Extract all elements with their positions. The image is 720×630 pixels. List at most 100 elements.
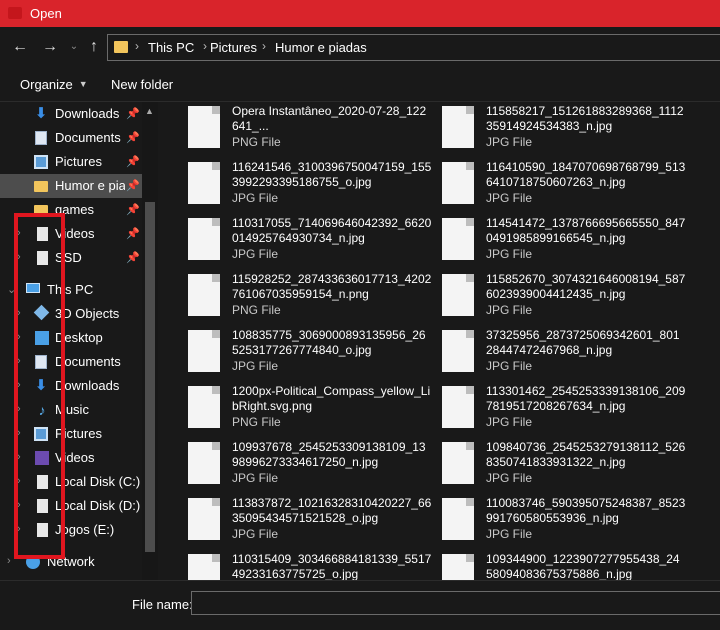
file-name-input[interactable] <box>191 591 720 615</box>
file-item[interactable]: 116241546_3100396750047159_1553992293395… <box>188 160 438 214</box>
file-name: 110083746_590395075248387_85239917605805… <box>486 496 686 525</box>
file-icon <box>442 162 474 204</box>
file-item[interactable]: 110083746_590395075248387_85239917605805… <box>442 496 692 550</box>
file-type: JPG File <box>486 527 533 541</box>
file-item[interactable]: 115858217_151261883289368_11123591492453… <box>442 104 692 158</box>
pin-icon: 📌 <box>126 132 140 144</box>
file-type: JPG File <box>486 359 533 373</box>
sidebar-item-pictures[interactable]: Pictures 📌 <box>0 150 142 174</box>
file-type: PNG File <box>232 415 281 429</box>
sidebar-item-documents[interactable]: Documents 📌 <box>0 126 142 150</box>
file-item[interactable]: 116410590_1847070698768799_5136410718750… <box>442 160 692 214</box>
file-type: JPG File <box>486 303 533 317</box>
file-item[interactable]: 110315409_303466884181339_55174923316377… <box>188 552 438 580</box>
file-icon <box>442 218 474 260</box>
pin-icon: 📌 <box>126 156 140 168</box>
file-name: 109344900_1223907277955438_2458094083675… <box>486 552 680 580</box>
file-item[interactable]: 109937678_2545253309138109_1398996273334… <box>188 440 438 494</box>
file-type: JPG File <box>232 359 279 373</box>
sidebar-item-label: Documents <box>55 130 121 145</box>
recent-locations-chevron-icon[interactable]: ⌄ <box>64 37 84 57</box>
pictures-icon <box>34 155 48 169</box>
command-bar: Organize ▼ New folder <box>0 67 720 102</box>
file-name: 37325956_2873725069342601_80128447472467… <box>486 328 680 357</box>
breadcrumb-humor-e-piadas[interactable]: Humor e piadas <box>275 40 367 55</box>
new-folder-button[interactable]: New folder <box>111 77 173 92</box>
file-icon <box>188 274 220 316</box>
file-name: 109840736_2545253279138112_5268350741833… <box>486 440 686 469</box>
pin-icon: 📌 <box>126 252 140 264</box>
organize-button[interactable]: Organize ▼ <box>20 77 88 92</box>
file-item[interactable]: 108835775_3069000893135956_2652531772677… <box>188 328 438 382</box>
file-name: 1200px-Political_Compass_yellow_LibRight… <box>232 384 431 413</box>
sidebar-item-label: Local Disk (D:) <box>55 498 141 513</box>
chevron-right-icon[interactable]: › <box>7 555 11 567</box>
file-icon <box>442 442 474 484</box>
file-type: JPG File <box>486 135 533 149</box>
file-item[interactable]: 1200px-Political_Compass_yellow_LibRight… <box>188 384 438 438</box>
file-item[interactable]: 113301462_2545253339138106_2097819517208… <box>442 384 692 438</box>
file-icon <box>442 106 474 148</box>
sidebar-scrollbar[interactable]: ▲ <box>142 102 158 580</box>
file-list: Opera Instantâneo_2020-07-28_122641_... … <box>158 102 720 580</box>
file-name: 110315409_303466884181339_55174923316377… <box>232 552 432 580</box>
file-item[interactable]: 115852670_3074321646008194_5876023939004… <box>442 272 692 326</box>
chevron-right-icon[interactable]: › <box>203 39 207 53</box>
file-name: 113837872_10216328310420227_663509543457… <box>232 496 432 525</box>
download-icon: ⬇ <box>34 105 48 122</box>
title-bar: Open <box>0 0 720 27</box>
bottom-bar: File name: <box>0 580 720 630</box>
file-type: JPG File <box>486 471 533 485</box>
pin-icon: 📌 <box>126 228 140 240</box>
file-type: JPG File <box>232 247 279 261</box>
window-title: Open <box>30 6 62 21</box>
file-item[interactable]: 114541472_1378766695665550_8470491985899… <box>442 216 692 270</box>
chevron-right-icon[interactable]: › <box>135 39 139 53</box>
file-item[interactable]: 115928252_287433636017713_42027610670359… <box>188 272 438 326</box>
sidebar-item-humor-e-piadas[interactable]: Humor e piadas 📌 <box>0 174 142 198</box>
scroll-up-arrow-icon[interactable]: ▲ <box>145 106 154 116</box>
sidebar-item-label: Pictures <box>55 154 102 169</box>
file-item[interactable]: 109344900_1223907277955438_2458094083675… <box>442 552 692 580</box>
file-type: JPG File <box>486 191 533 205</box>
file-name: 115852670_3074321646008194_5876023939004… <box>486 272 686 301</box>
sidebar-item-label: Humor e piadas <box>55 178 125 193</box>
file-item[interactable]: 37325956_2873725069342601_80128447472467… <box>442 328 692 382</box>
up-arrow-icon[interactable]: ↑ <box>84 37 104 57</box>
pin-icon: 📌 <box>126 180 140 192</box>
file-name: 109937678_2545253309138109_1398996273334… <box>232 440 426 469</box>
pin-icon: 📌 <box>126 204 140 216</box>
file-type: JPG File <box>232 471 279 485</box>
file-name: 115928252_287433636017713_42027610670359… <box>232 272 432 301</box>
file-icon <box>442 274 474 316</box>
app-icon <box>8 7 22 19</box>
breadcrumb-pictures[interactable]: Pictures <box>210 40 257 55</box>
file-name: 116410590_1847070698768799_5136410718750… <box>486 160 686 189</box>
file-icon <box>442 498 474 540</box>
address-bar[interactable]: › This PC › Pictures › Humor e piadas <box>107 34 720 61</box>
file-item[interactable]: 109840736_2545253279138112_5268350741833… <box>442 440 692 494</box>
breadcrumb-this-pc[interactable]: This PC <box>148 40 194 55</box>
file-icon <box>188 386 220 428</box>
forward-arrow-icon[interactable]: → <box>40 37 60 57</box>
red-highlight-box <box>14 213 65 559</box>
file-icon <box>188 498 220 540</box>
navigation-bar: ← → ⌄ ↑ › This PC › Pictures › Humor e p… <box>0 27 720 67</box>
file-icon <box>188 330 220 372</box>
file-item[interactable]: 110317055_714069646042392_66200149257649… <box>188 216 438 270</box>
back-arrow-icon[interactable]: ← <box>10 37 30 57</box>
file-name: 113301462_2545253339138106_2097819517208… <box>486 384 686 413</box>
file-item[interactable]: Opera Instantâneo_2020-07-28_122641_... … <box>188 104 438 158</box>
file-name: 110317055_714069646042392_66200149257649… <box>232 216 432 245</box>
file-icon <box>188 162 220 204</box>
scrollbar-thumb[interactable] <box>145 202 155 552</box>
file-type: JPG File <box>232 191 279 205</box>
organize-label: Organize <box>20 77 73 92</box>
file-item[interactable]: 113837872_10216328310420227_663509543457… <box>188 496 438 550</box>
sidebar-item-downloads[interactable]: ⬇ Downloads 📌 <box>0 102 142 126</box>
file-icon <box>442 330 474 372</box>
file-name: 108835775_3069000893135956_2652531772677… <box>232 328 426 357</box>
file-name: 115858217_151261883289368_11123591492453… <box>486 104 684 133</box>
chevron-right-icon[interactable]: › <box>262 39 266 53</box>
file-icon <box>188 442 220 484</box>
